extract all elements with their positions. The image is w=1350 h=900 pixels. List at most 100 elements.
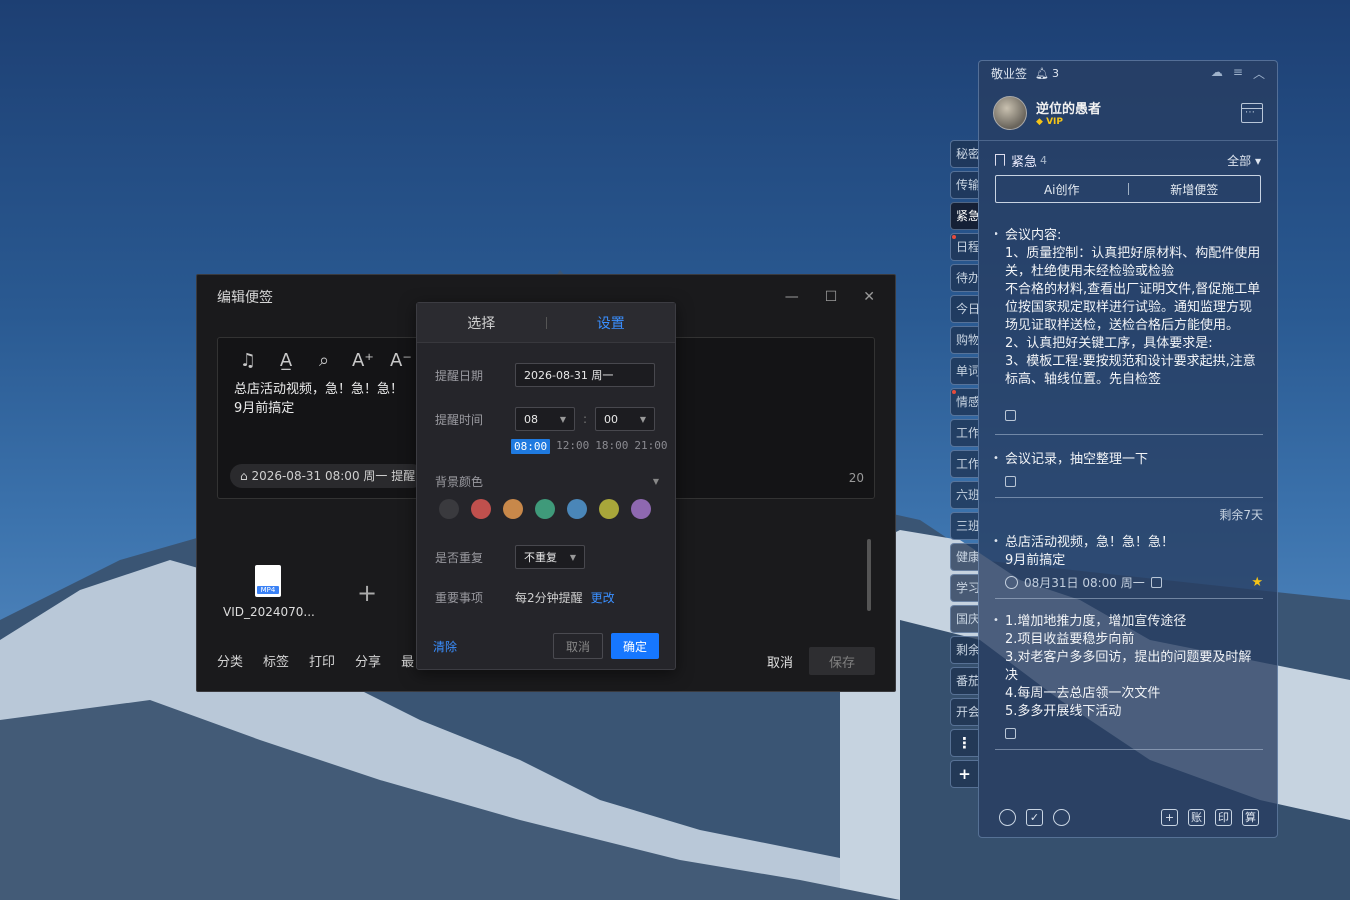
category-header: 紧急 4 全部 ▾ bbox=[979, 145, 1277, 175]
close-icon[interactable]: ✕ bbox=[863, 289, 875, 305]
confirm-button[interactable]: 确定 bbox=[611, 633, 659, 659]
attachment[interactable]: MP4 VID_2024070... bbox=[223, 565, 315, 619]
repeat-label: 是否重复 bbox=[435, 550, 484, 565]
category-tab[interactable]: 学习 bbox=[950, 574, 978, 602]
color-swatch[interactable] bbox=[439, 499, 459, 519]
ledger-icon[interactable]: 账 bbox=[1188, 808, 1205, 826]
calc-icon[interactable]: 算 bbox=[1242, 808, 1259, 826]
list-item[interactable]: 会议内容: 1、质量控制：认真把好原材料、构配件使用关，杜绝使用未经检验或检验 … bbox=[995, 221, 1263, 435]
note-text: 1.增加地推力度，增加宣传途径 2.项目收益要稳步向前 3.对老客户多多回访，提… bbox=[993, 612, 1263, 721]
category-tab[interactable]: 待办 bbox=[950, 264, 978, 292]
clear-button[interactable]: 清除 bbox=[433, 638, 457, 655]
minute-select[interactable]: 00 ▼ bbox=[595, 407, 655, 431]
category-tab[interactable]: 单词 bbox=[950, 357, 978, 385]
category-tab[interactable]: 三班 bbox=[950, 512, 978, 540]
quick-time-option[interactable]: 12:00 bbox=[556, 439, 589, 454]
save-button[interactable]: 保存 bbox=[809, 647, 875, 675]
font-color-icon[interactable]: A̲ bbox=[276, 350, 296, 371]
archive-icon bbox=[1005, 727, 1016, 739]
category-name: 紧急 bbox=[1011, 154, 1038, 170]
ai-create-button[interactable]: Ai创作 bbox=[996, 181, 1128, 198]
more-categories-button[interactable]: ⋮ bbox=[950, 729, 978, 757]
quick-time-option[interactable]: 08:00 bbox=[511, 439, 551, 454]
filter-dropdown[interactable]: 全部 ▾ bbox=[1227, 152, 1261, 169]
color-swatch[interactable] bbox=[471, 499, 491, 519]
category-tab[interactable]: 六班 bbox=[950, 481, 978, 509]
calendar-icon[interactable] bbox=[1241, 102, 1263, 123]
repeat-select[interactable]: 不重复 ▼ bbox=[515, 545, 585, 569]
category-tab[interactable]: 传输 bbox=[950, 171, 978, 199]
add-icon[interactable]: + bbox=[1161, 808, 1178, 826]
note-meta bbox=[995, 725, 1263, 741]
new-note-button[interactable]: 新增便签 bbox=[1129, 181, 1261, 198]
check-icon[interactable]: ✓ bbox=[1026, 808, 1043, 826]
reminder-chip[interactable]: ⌂ 2026-08-31 08:00 周一 提醒 bbox=[230, 464, 424, 488]
notification-bell[interactable]: 🔔︎ 3 bbox=[1035, 67, 1059, 80]
add-category-button[interactable]: + bbox=[950, 760, 978, 788]
note-text: 会议记录，抽空整理一下 bbox=[993, 450, 1263, 469]
bell-icon[interactable]: ♫ bbox=[238, 350, 258, 371]
vip-badge: ◆ VIP bbox=[1036, 117, 1063, 127]
category-tab-active[interactable]: 紧急 bbox=[950, 202, 978, 230]
bell-icon: 🔔︎ bbox=[1035, 66, 1049, 80]
cancel-button[interactable]: 取消 bbox=[767, 652, 793, 671]
color-swatch[interactable] bbox=[503, 499, 523, 519]
font-decrease-icon[interactable]: A⁻ bbox=[390, 350, 412, 371]
category-tab[interactable]: 购物 bbox=[950, 326, 978, 354]
category-tab[interactable]: 国庆 bbox=[950, 605, 978, 633]
color-swatch[interactable] bbox=[599, 499, 619, 519]
list-item[interactable]: 1.增加地推力度，增加宣传途径 2.项目收益要稳步向前 3.对老客户多多回访，提… bbox=[993, 607, 1263, 750]
category-tab[interactable]: 今日 bbox=[950, 295, 978, 323]
star-icon[interactable]: ★ bbox=[1251, 575, 1263, 590]
note-body[interactable]: 总店活动视频，急！急！急！ 9月前搞定 bbox=[234, 380, 403, 418]
note-meta bbox=[995, 473, 1263, 489]
change-link[interactable]: 更改 bbox=[591, 589, 615, 606]
search-icon[interactable]: ⌕ bbox=[314, 350, 334, 371]
scrollbar[interactable] bbox=[867, 539, 871, 611]
user-name: 逆位的愚者 bbox=[1036, 102, 1102, 117]
category-tab[interactable]: 番茄 bbox=[950, 667, 978, 695]
hour-select[interactable]: 08 ▼ bbox=[515, 407, 575, 431]
print-icon[interactable]: 印 bbox=[1215, 808, 1232, 826]
color-swatch[interactable] bbox=[567, 499, 587, 519]
color-swatch[interactable] bbox=[631, 499, 651, 519]
category-tab[interactable]: 剩余 bbox=[950, 636, 978, 664]
minimize-icon[interactable]: — bbox=[785, 289, 799, 305]
font-increase-icon[interactable]: A⁺ bbox=[352, 350, 374, 371]
tag-button[interactable]: 标签 bbox=[263, 651, 289, 670]
cancel-button[interactable]: 取消 bbox=[553, 633, 603, 659]
chevron-down-icon[interactable]: ▼ bbox=[653, 477, 659, 486]
list-item[interactable]: 剩余7天 总店活动视频，急！急！急！ 9月前搞定 08月31日 08:00 周一… bbox=[993, 508, 1263, 599]
list-item[interactable]: 会议记录，抽空整理一下 bbox=[993, 445, 1263, 498]
search-icon[interactable] bbox=[1053, 808, 1070, 826]
reminder-chip-text: 2026-08-31 08:00 周一 提醒 bbox=[251, 469, 416, 483]
time-row: 提醒时间 08 ▼ : 00 ▼ bbox=[435, 407, 655, 431]
date-field[interactable]: 2026-08-31 周一 bbox=[515, 363, 655, 387]
color-swatch[interactable] bbox=[535, 499, 555, 519]
category-tab[interactable]: 日程 bbox=[950, 233, 978, 261]
category-tab[interactable]: 开会 bbox=[950, 698, 978, 726]
archive-icon bbox=[1005, 409, 1016, 421]
avatar[interactable] bbox=[993, 95, 1027, 130]
category-tab[interactable]: 情感 bbox=[950, 388, 978, 416]
add-attachment-icon[interactable]: + bbox=[357, 579, 377, 607]
bookmark-icon bbox=[995, 154, 1005, 166]
quick-time-option[interactable]: 18:00 bbox=[595, 439, 628, 454]
quick-time-option[interactable]: 21:00 bbox=[634, 439, 667, 454]
tab-settings[interactable]: 设置 bbox=[547, 313, 676, 333]
collapse-icon[interactable]: ︿ bbox=[1253, 65, 1265, 82]
tab-select[interactable]: 选择 bbox=[417, 313, 546, 333]
share-button[interactable]: 分享 bbox=[355, 651, 381, 670]
clock-icon[interactable] bbox=[999, 808, 1016, 826]
category-tab[interactable]: 工作 bbox=[950, 419, 978, 447]
cloud-icon[interactable]: ☁ bbox=[1211, 65, 1223, 82]
menu-icon[interactable]: ≡ bbox=[1233, 65, 1243, 82]
classify-button[interactable]: 分类 bbox=[217, 651, 243, 670]
note-app-panel: 敬业签 🔔︎ 3 ☁ ≡ ︿ 逆位的愚者 ◆ VIP 紧急 4 全部 ▾ Ai创… bbox=[978, 60, 1278, 838]
print-button[interactable]: 打印 bbox=[309, 651, 335, 670]
maximize-icon[interactable]: ☐ bbox=[825, 289, 838, 305]
category-tab[interactable]: 健康 bbox=[950, 543, 978, 571]
more-button[interactable]: 最 bbox=[401, 651, 414, 670]
category-tab[interactable]: 工作 bbox=[950, 450, 978, 478]
category-tab[interactable]: 秘密 bbox=[950, 140, 978, 168]
